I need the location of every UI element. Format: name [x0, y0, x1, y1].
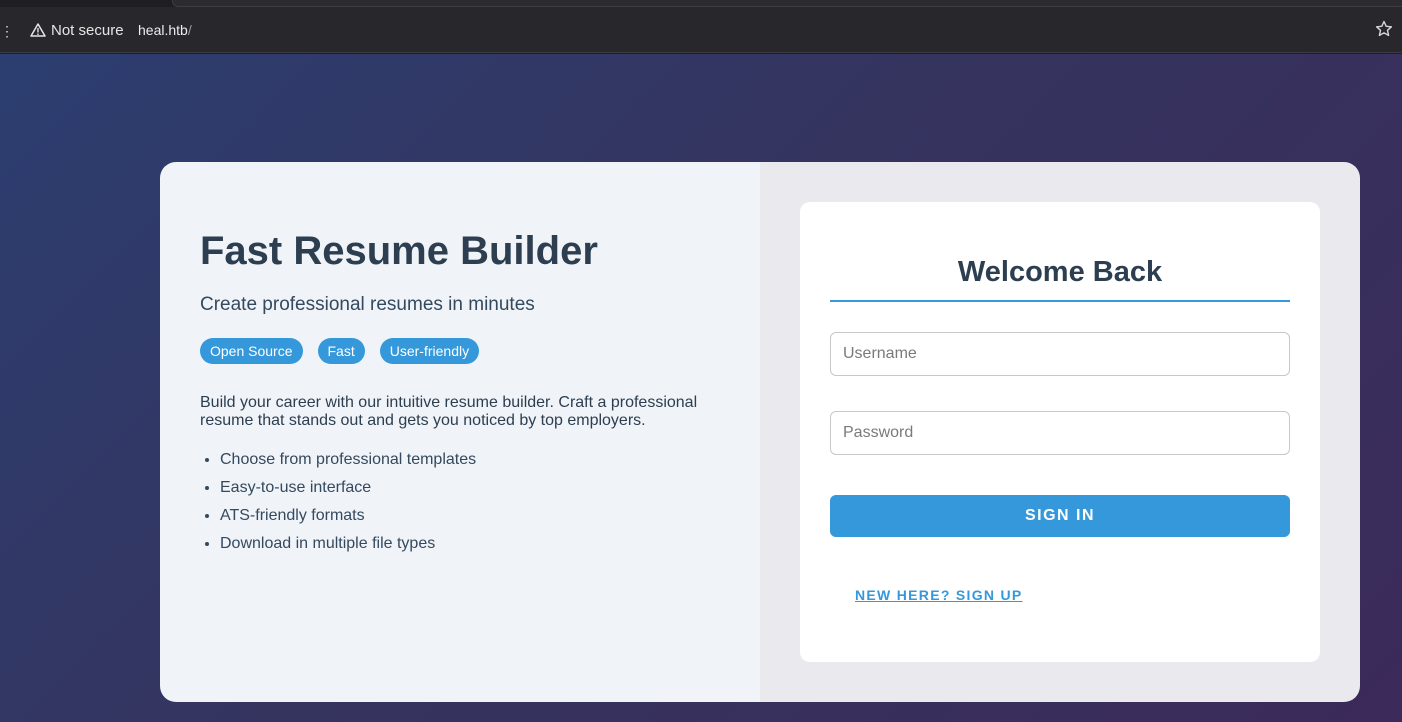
sign-up-link[interactable]: NEW HERE? SIGN UP — [855, 587, 1023, 603]
hero-title: Fast Resume Builder — [200, 229, 598, 273]
url-field[interactable]: heal.htb/ — [138, 22, 192, 38]
star-icon[interactable] — [1374, 19, 1394, 39]
feature-tags: Open Source Fast User-friendly — [200, 338, 720, 364]
hero-panel: Fast Resume Builder Create professional … — [160, 162, 760, 702]
password-input[interactable] — [830, 411, 1290, 455]
browser-tab-edge — [172, 0, 1402, 7]
tag-open-source: Open Source — [200, 338, 303, 364]
security-indicator[interactable]: Not secure — [24, 17, 130, 43]
security-label: Not secure — [51, 21, 124, 39]
browser-tab-strip — [0, 0, 1402, 7]
tag-user-friendly: User-friendly — [379, 338, 480, 364]
warning-icon — [30, 23, 46, 37]
hero-description: Build your career with our intuitive res… — [200, 394, 698, 429]
feature-list: Choose from professional templates Easy-… — [200, 446, 720, 558]
login-panel: Welcome Back SIGN IN NEW HERE? SIGN UP — [760, 162, 1360, 702]
tag-fast: Fast — [317, 338, 365, 364]
hero-subtitle: Create professional resumes in minutes — [200, 294, 535, 315]
feature-item: Download in multiple file types — [220, 530, 720, 558]
url-path: / — [187, 22, 192, 38]
main-card: Fast Resume Builder Create professional … — [160, 162, 1360, 702]
feature-item: Easy-to-use interface — [220, 474, 720, 502]
username-input[interactable] — [830, 332, 1290, 376]
login-title: Welcome Back — [830, 256, 1290, 302]
page-background: Fast Resume Builder Create professional … — [0, 54, 1402, 722]
browser-address-bar: ⋮ Not secure heal.htb/ — [0, 7, 1402, 53]
menu-glyph-icon[interactable]: ⋮ — [0, 23, 14, 40]
login-form: Welcome Back SIGN IN NEW HERE? SIGN UP — [800, 202, 1320, 662]
url-host: heal.htb — [138, 22, 188, 38]
sign-in-button[interactable]: SIGN IN — [830, 495, 1290, 537]
feature-item: Choose from professional templates — [220, 446, 720, 474]
feature-item: ATS-friendly formats — [220, 502, 720, 530]
